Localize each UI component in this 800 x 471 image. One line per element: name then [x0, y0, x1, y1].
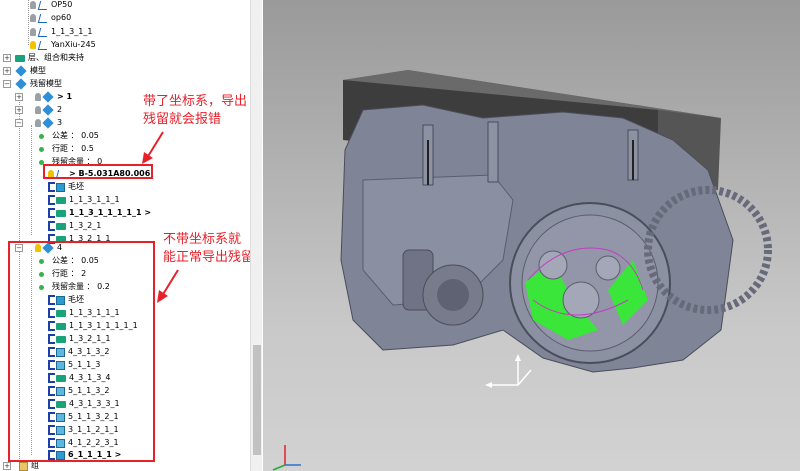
scrollbar-thumb[interactable]	[253, 345, 261, 455]
pocket-bore	[562, 281, 600, 319]
pocket-bore	[595, 255, 621, 281]
axis-triad	[485, 354, 532, 388]
arrow-head	[142, 152, 153, 164]
3d-viewport[interactable]	[263, 0, 800, 471]
explorer-tree-panel: OP50 op60 1_1_3_1_1 YanXiu-245 + 层、组合和夹持…	[0, 0, 262, 471]
annotation-arrows	[142, 131, 179, 303]
tree-scrollbar[interactable]	[250, 0, 262, 471]
arrow-to-ok-group	[161, 269, 179, 297]
part-bore-inner	[437, 279, 469, 311]
arrow-to-error-item	[146, 131, 164, 159]
part-post	[487, 121, 499, 183]
part-model-view[interactable]	[263, 0, 800, 471]
view-triad-small	[272, 445, 301, 471]
arrow-head	[157, 290, 168, 303]
